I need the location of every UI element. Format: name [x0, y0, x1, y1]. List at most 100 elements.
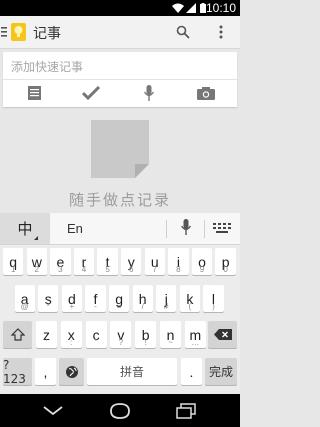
- key-secondary: …: [191, 338, 200, 347]
- empty-state-text: 随手做点记录: [68, 191, 171, 209]
- quick-note-input[interactable]: 添加快速记事: [11, 58, 83, 75]
- symbols-label: ?123: [3, 357, 26, 386]
- space-key[interactable]: 拼音: [87, 358, 177, 385]
- key-secondary: /: [141, 302, 144, 311]
- comma-key[interactable]: ,: [35, 358, 56, 385]
- menu-icon[interactable]: [1, 27, 7, 37]
- quick-note-card: 添加快速记事: [3, 52, 237, 107]
- key-r[interactable]: r4: [73, 248, 95, 275]
- app-logo-icon[interactable]: [9, 22, 29, 42]
- key-secondary: 8: [176, 265, 181, 274]
- key-secondary: 0: [223, 265, 228, 274]
- toolbar-divider: [166, 220, 167, 238]
- key-t[interactable]: t5: [97, 248, 118, 275]
- key-secondary: *: [46, 302, 50, 311]
- key-y[interactable]: y6: [121, 248, 142, 275]
- comma-label: ,: [43, 363, 48, 380]
- overflow-icon[interactable]: [219, 25, 223, 39]
- key-q[interactable]: q1: [3, 248, 24, 275]
- globe-icon: [65, 365, 78, 378]
- toolbar-divider: [204, 220, 205, 238]
- key-p[interactable]: p0: [215, 248, 236, 275]
- back-icon[interactable]: [43, 406, 63, 416]
- key-secondary: !: [144, 338, 147, 347]
- status-time: 10:10: [205, 1, 236, 15]
- key-d[interactable]: d +: [61, 285, 83, 312]
- backspace-key[interactable]: [208, 321, 237, 348]
- camera-icon: [197, 87, 215, 100]
- backspace-icon: [213, 329, 232, 340]
- signal-icon: [186, 3, 196, 13]
- done-label: 完成: [208, 365, 233, 379]
- keyboard-switch-icon[interactable]: [213, 223, 231, 233]
- english-mode-key[interactable]: En: [67, 221, 83, 236]
- keyboard-microphone-icon[interactable]: [181, 219, 191, 236]
- key-i[interactable]: i8: [168, 248, 189, 275]
- list-icon: [27, 86, 41, 100]
- key-h[interactable]: h /: [132, 285, 153, 312]
- camera-button[interactable]: [194, 82, 218, 104]
- key-a[interactable]: a @: [14, 285, 35, 312]
- chinese-mode-label: 中: [17, 220, 33, 238]
- space-label: 拼音: [119, 365, 144, 379]
- checklist-button[interactable]: [79, 82, 103, 104]
- key-secondary: 7: [152, 265, 157, 274]
- key-secondary: ): [212, 302, 215, 311]
- key-secondary: +: [69, 302, 75, 311]
- key-o[interactable]: o9: [191, 248, 213, 275]
- shift-icon: [10, 328, 25, 341]
- key-x[interactable]: x:: [60, 321, 82, 348]
- key-f[interactable]: f-: [85, 285, 106, 312]
- key-secondary: 3: [58, 265, 63, 274]
- recents-icon[interactable]: [176, 403, 196, 419]
- checkmark-icon: [82, 86, 100, 100]
- key-l[interactable]: l): [203, 285, 224, 312]
- key-k[interactable]: k(: [179, 285, 201, 312]
- key-secondary: 1: [10, 265, 16, 274]
- voice-note-button[interactable]: [137, 82, 161, 104]
- page-title: 记事: [33, 26, 61, 42]
- key-m[interactable]: m…: [184, 321, 206, 348]
- emoji-key[interactable]: [59, 358, 84, 385]
- wifi-icon: [172, 3, 184, 13]
- key-j[interactable]: j #: [156, 285, 177, 312]
- key-w[interactable]: w2: [26, 248, 47, 275]
- key-secondary: @: [20, 302, 29, 311]
- key-u[interactable]: u7: [144, 248, 165, 275]
- corner-triangle-icon: [34, 236, 38, 240]
- key-secondary: :: [70, 338, 73, 347]
- key-secondary: (: [188, 302, 192, 311]
- navigation-bar: [0, 394, 240, 427]
- search-icon[interactable]: [176, 25, 190, 39]
- key-secondary: ~: [168, 338, 173, 347]
- key-secondary: ?: [118, 338, 124, 347]
- key-secondary: =: [116, 302, 122, 311]
- key-e[interactable]: e3: [50, 248, 71, 275]
- done-key[interactable]: 完成: [205, 358, 237, 385]
- key-secondary: 9: [199, 265, 205, 274]
- key-c[interactable]: c ": [85, 321, 107, 348]
- key-b[interactable]: b!: [135, 321, 157, 348]
- key-n[interactable]: n ~: [160, 321, 181, 348]
- microphone-icon: [144, 85, 154, 101]
- list-button[interactable]: [22, 82, 46, 104]
- key-secondary: ': [45, 338, 48, 347]
- action-bar: 记事: [0, 16, 240, 49]
- shift-key[interactable]: [3, 321, 32, 348]
- key-secondary: 5: [105, 265, 110, 274]
- key-v[interactable]: v?: [110, 321, 132, 348]
- note-icon: [91, 120, 149, 178]
- key-s[interactable]: s *: [38, 285, 59, 312]
- key-secondary: ": [94, 338, 98, 347]
- key-g[interactable]: g =: [108, 285, 130, 312]
- key-secondary: #: [164, 302, 169, 311]
- symbols-key[interactable]: ?123: [3, 357, 32, 386]
- key-secondary: 2: [34, 265, 39, 274]
- key-secondary: -: [94, 302, 97, 311]
- key-secondary: 4: [81, 265, 87, 274]
- chinese-mode-key[interactable]: 中: [0, 213, 50, 244]
- status-bar: 10:10: [0, 0, 240, 16]
- home-icon[interactable]: [108, 403, 132, 419]
- period-key[interactable]: .: [181, 358, 202, 385]
- key-z[interactable]: z ': [36, 321, 57, 348]
